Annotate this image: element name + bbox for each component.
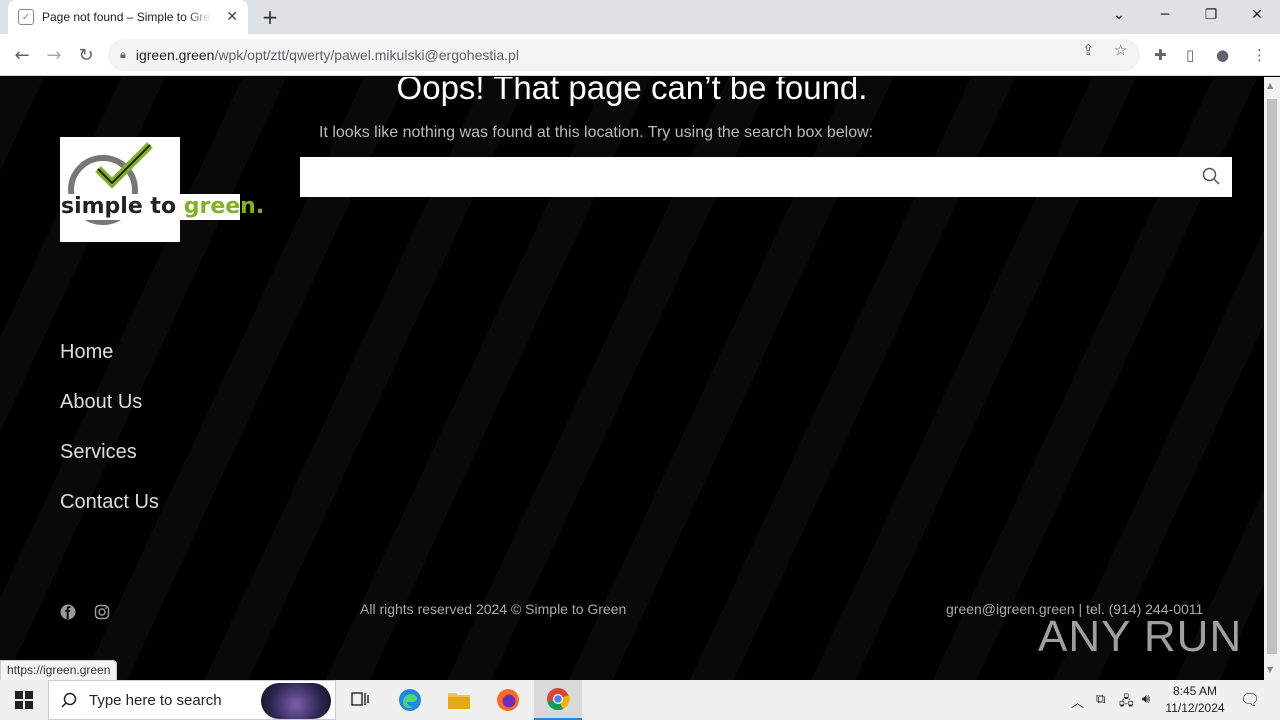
- browser-toolbar: ← → ↻ 🔒︎ igreen.green/wpk/opt/ztt/qwerty…: [0, 34, 1280, 76]
- firefox-icon[interactable]: [484, 680, 532, 720]
- clock-date: 11/12/2024: [1165, 701, 1225, 715]
- scroll-up-icon[interactable]: ▲: [1267, 81, 1273, 90]
- nav-contact-us[interactable]: Contact Us: [60, 491, 159, 514]
- address-bar[interactable]: 🔒︎ igreen.green/wpk/opt/ztt/qwerty/pawel…: [108, 39, 1140, 71]
- nav-home[interactable]: Home: [60, 341, 113, 364]
- volume-icon[interactable]: 🔊︎: [1142, 692, 1150, 707]
- taskbar-clock[interactable]: 8:45 AM 11/12/2024: [1160, 683, 1230, 717]
- instagram-icon[interactable]: [94, 604, 110, 620]
- search-input[interactable]: [300, 157, 1232, 197]
- menu-kebab-icon[interactable]: ⋮: [1252, 46, 1267, 64]
- tray-overflow-icon[interactable]: ︿: [1071, 692, 1084, 711]
- page-title: Oops! That page can’t be found.: [396, 77, 868, 106]
- facebook-icon[interactable]: [60, 604, 76, 620]
- tab-search-icon[interactable]: ⌄: [1096, 0, 1142, 30]
- status-url-tooltip: https://igreen.green: [0, 660, 118, 681]
- search-icon[interactable]: [1202, 167, 1220, 185]
- windows-logo-icon: [15, 691, 33, 709]
- lock-icon: 🔒︎: [120, 48, 126, 61]
- network-icon[interactable]: 🖧︎: [1119, 692, 1134, 714]
- taskbar-search-label: Type here to search: [89, 691, 222, 709]
- site-logo[interactable]: [60, 137, 180, 242]
- clock-time: 8:45 AM: [1172, 684, 1218, 698]
- start-button[interactable]: [0, 680, 48, 720]
- checkmark-icon: [95, 142, 153, 189]
- page-subtext: It looks like nothing was found at this …: [319, 124, 874, 141]
- task-view-icon[interactable]: [336, 680, 384, 720]
- back-icon[interactable]: ←: [9, 42, 35, 68]
- windows-taskbar: Type here to search ︿ ⧉ 🖧︎ 🔊︎ 8:45 AM 11…: [0, 680, 1280, 720]
- tab-active[interactable]: ✓ Page not found – Simple to Green ✕: [8, 0, 248, 34]
- restore-button[interactable]: ❐: [1188, 0, 1234, 30]
- scroll-down-icon[interactable]: ▼: [1267, 665, 1273, 674]
- search-highlight-image: [261, 683, 331, 719]
- nav-about-us[interactable]: About Us: [60, 391, 142, 414]
- footer-copyright: All rights reserved 2024 © Simple to Gre…: [360, 601, 627, 617]
- forward-icon[interactable]: →: [41, 42, 67, 68]
- anyrun-watermark: ANY RUN: [1038, 612, 1243, 661]
- tab-close-icon[interactable]: ✕: [226, 9, 238, 25]
- url-text: igreen.green/wpk/opt/ztt/qwerty/pawel.mi…: [135, 47, 519, 63]
- taskbar-search-input[interactable]: Type here to search: [48, 680, 336, 720]
- share-icon[interactable]: ⇪: [1082, 41, 1095, 59]
- tab-title: Page not found – Simple to Green: [42, 10, 212, 24]
- notification-icon[interactable]: 🗨︎: [1240, 690, 1260, 709]
- page-content: Oops! That page can’t be found. It looks…: [0, 77, 1264, 680]
- side-panel-icon[interactable]: ▯: [1186, 46, 1194, 64]
- new-tab-button[interactable]: +: [258, 5, 282, 29]
- close-window-button[interactable]: ✕: [1234, 0, 1280, 30]
- profile-avatar-icon[interactable]: ●: [1216, 46, 1229, 64]
- search-icon: [61, 692, 77, 708]
- chrome-icon[interactable]: [534, 680, 582, 720]
- bookmark-star-icon[interactable]: ☆: [1114, 41, 1127, 59]
- page-scrollbar[interactable]: ▲ ▼: [1264, 77, 1280, 680]
- tray-device-icon[interactable]: ⧉: [1096, 692, 1105, 707]
- extensions-icon[interactable]: ✚: [1154, 46, 1167, 64]
- logo-wordmark: simple to green.: [60, 194, 265, 220]
- minimize-button[interactable]: ─: [1142, 0, 1188, 30]
- reload-icon[interactable]: ↻: [73, 42, 99, 68]
- file-explorer-icon[interactable]: [435, 680, 483, 720]
- site-favicon-icon: ✓: [18, 9, 34, 25]
- scrollbar-thumb[interactable]: [1267, 99, 1277, 654]
- edge-browser-icon[interactable]: [386, 680, 434, 720]
- tab-strip: ✓ Page not found – Simple to Green ✕ + ⌄…: [0, 0, 1280, 34]
- nav-services[interactable]: Services: [60, 441, 137, 464]
